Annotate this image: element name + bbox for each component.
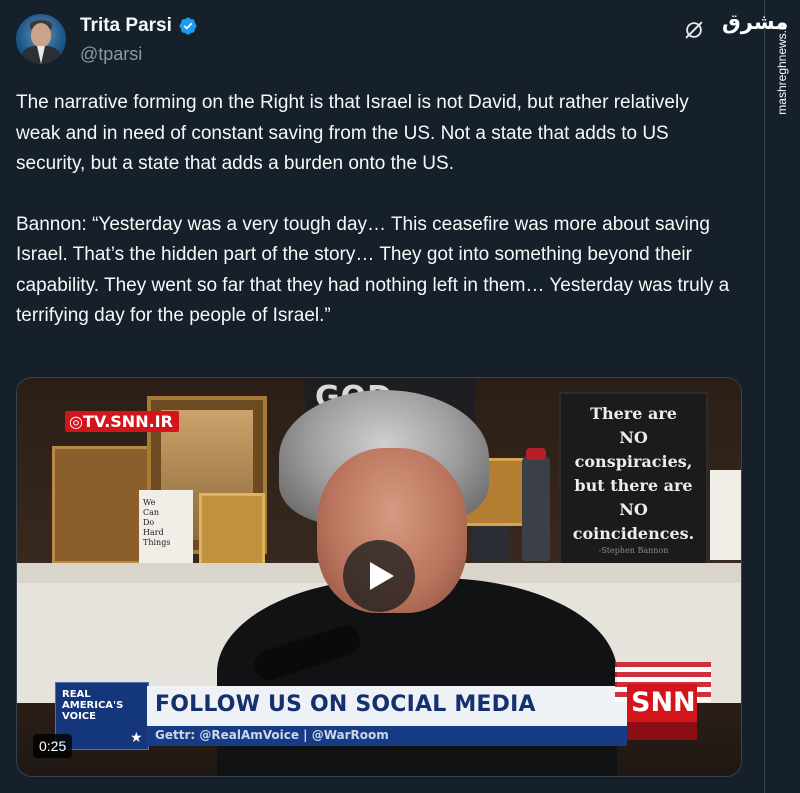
snn-logo-text: SNN [631, 687, 696, 718]
tweet-paragraph: Bannon: “Yesterday was a very tough day…… [16, 213, 730, 327]
banner-headline-text: FOLLOW US ON SOCIAL MEDIA [155, 692, 536, 717]
video-player[interactable]: We Can Do Hard Things GOD WILL E There a… [16, 377, 742, 777]
quote-line: conspiracies, [574, 452, 693, 471]
tweet-paragraph: The narrative forming on the Right is th… [16, 92, 689, 174]
snn-logo-box: SNN [627, 684, 697, 722]
tweet-card: Trita Parsi @tparsi مشرق mashreghnews.ir… [0, 0, 800, 793]
thumbnail-card-line: We [143, 498, 156, 507]
snn-logo-sub [627, 722, 697, 740]
author-handle[interactable]: @tparsi [80, 44, 142, 65]
snn-logo: SNN [615, 662, 711, 748]
network-logo-line: REAL [62, 689, 91, 700]
verified-badge-icon [179, 17, 197, 35]
banner-subline: Gettr: @RealAmVoice | @WarRoom [147, 726, 627, 746]
thumbnail-card-line: Do [143, 518, 155, 527]
quote-line: There are [590, 404, 677, 423]
avatar[interactable] [16, 14, 66, 64]
watermark-url-container: mashreghnews.ir [770, 14, 794, 124]
thumbnail-quote-sign: There are NO conspiracies, but there are… [559, 392, 708, 566]
watermark-url: mashreghnews.ir [775, 23, 789, 115]
thumbnail-card-line: Hard [143, 528, 164, 537]
tweet-text: The narrative forming on the Right is th… [16, 88, 736, 332]
quote-line: NO [619, 428, 648, 447]
network-logo-line: VOICE [62, 711, 96, 722]
banner-headline: FOLLOW US ON SOCIAL MEDIA [147, 686, 627, 726]
quote-line: coincidences. [572, 524, 695, 543]
video-duration: 0:25 [33, 734, 73, 758]
thumbnail-icon-frame [199, 493, 265, 569]
quote-line: but there are [574, 476, 693, 495]
channel-badge: ◎TV.SNN.IR [65, 411, 179, 432]
scrollbar[interactable] [764, 0, 765, 793]
grok-icon[interactable] [683, 19, 705, 41]
thumbnail-bottle [522, 448, 550, 561]
banner-subline-text: Gettr: @RealAmVoice | @WarRoom [155, 728, 389, 742]
thumbnail-card-line: Can [143, 508, 160, 517]
instagram-icon: ◎ [69, 412, 83, 431]
star-icon: ★ [130, 729, 143, 745]
thumbnail-card: We Can Do Hard Things [139, 490, 193, 565]
avatar-face [31, 23, 51, 47]
network-logo-line: AMERICA'S [62, 700, 124, 711]
network-logo-text: REAL AMERICA'S VOICE [62, 689, 123, 722]
channel-badge-text: TV.SNN.IR [82, 412, 173, 431]
author-name-row[interactable]: Trita Parsi [80, 15, 198, 37]
play-button[interactable] [343, 540, 415, 612]
lower-third-banner: REAL AMERICA'S VOICE ★ FOLLOW US ON SOCI… [55, 662, 711, 750]
author-name[interactable]: Trita Parsi [80, 15, 172, 37]
quote-line: NO [619, 500, 648, 519]
thumbnail-card-line: Things [143, 538, 171, 547]
thumbnail-icon-frame [52, 446, 150, 564]
play-icon [370, 562, 394, 590]
quote-author: -Stephen Bannon [598, 546, 669, 555]
thumbnail-card [710, 470, 741, 560]
